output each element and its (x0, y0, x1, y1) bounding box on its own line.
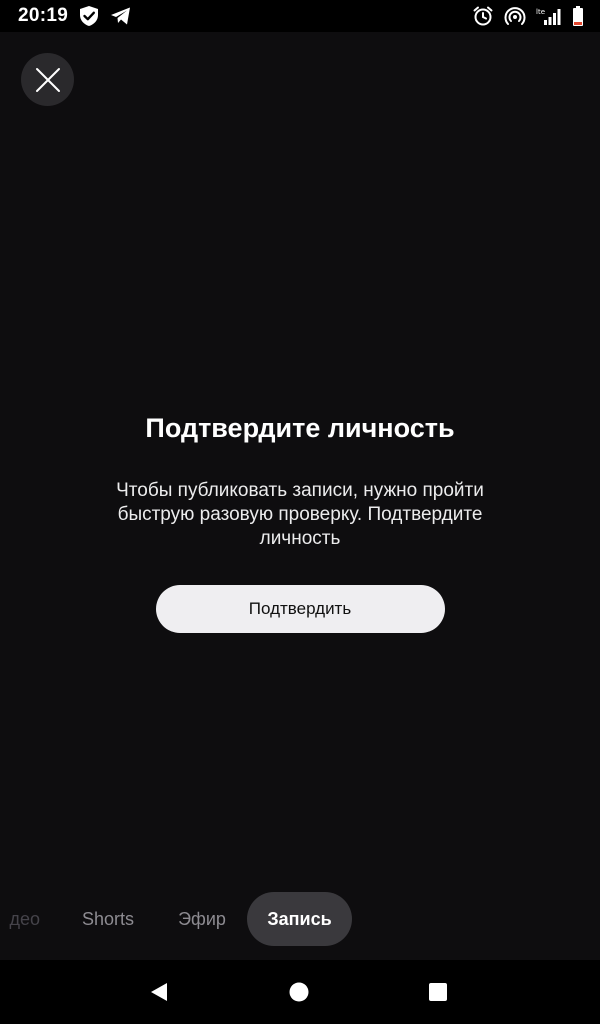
description-text: Чтобы публиковать записи, нужно пройти б… (116, 480, 484, 549)
home-circle-icon (289, 982, 309, 1002)
status-right: lte (472, 5, 584, 27)
recents-square-icon (429, 983, 447, 1001)
hotspot-icon (504, 5, 526, 27)
verify-identity-screen: 20:19 lte Подтвердите личность Чтобы пуб… (0, 0, 600, 1024)
mode-tabs: део Shorts Эфир Запись (0, 892, 600, 946)
navigation-bar (0, 960, 600, 1024)
tab-post[interactable]: Запись (247, 892, 352, 946)
page-title: Подтвердите личность (145, 413, 455, 443)
shield-check-icon (78, 5, 100, 27)
close-icon (35, 67, 60, 92)
status-bar: 20:19 lte (0, 0, 600, 32)
tab-shorts[interactable]: Shorts (74, 892, 142, 946)
home-button[interactable] (269, 960, 329, 1024)
alarm-icon (472, 5, 494, 27)
status-left: 20:19 (18, 5, 132, 27)
close-button[interactable] (21, 53, 74, 106)
recents-button[interactable] (408, 960, 468, 1024)
back-button[interactable] (129, 960, 189, 1024)
battery-icon (572, 5, 584, 27)
svg-text:lte: lte (536, 8, 545, 16)
tab-video[interactable]: део (0, 892, 40, 946)
tab-live[interactable]: Эфир (172, 892, 232, 946)
confirm-button[interactable]: Подтвердить (155, 585, 445, 633)
signal-icon: lte (536, 6, 562, 26)
telegram-icon (110, 6, 132, 26)
back-triangle-icon (151, 983, 167, 1001)
verify-identity-panel: Подтвердите личность Чтобы публиковать з… (0, 408, 600, 633)
status-time: 20:19 (18, 5, 69, 26)
